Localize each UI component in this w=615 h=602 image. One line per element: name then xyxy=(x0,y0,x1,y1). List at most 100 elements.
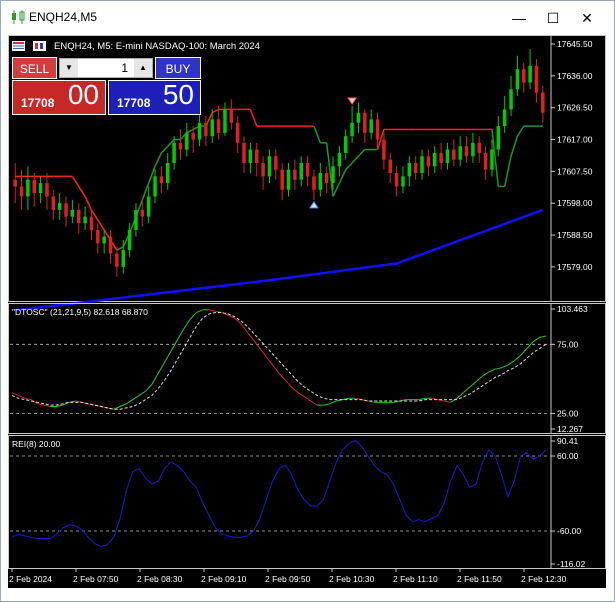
oscillator-fast-line-segment xyxy=(329,400,337,405)
stop-line-segment xyxy=(97,219,105,231)
one-click-trade-panel: SELL ▼ 1 ▲ BUY 17708 00 17708 50 xyxy=(12,57,202,115)
maximize-icon: ☐ xyxy=(546,10,560,26)
oscillator-fast-line-segment xyxy=(495,367,502,370)
oscillator-fast-line-segment xyxy=(488,368,496,373)
lot-decrease-button[interactable]: ▼ xyxy=(60,59,78,77)
candle-body xyxy=(172,142,176,163)
candle-body xyxy=(191,132,195,140)
x-axis: 2 Feb 2024 2 Feb 07:50 2 Feb 08:30 2 Feb 09… xyxy=(9,568,567,584)
oscillator-fast-line-segment xyxy=(183,319,191,330)
candle-body xyxy=(89,216,94,230)
candle-body xyxy=(26,179,30,197)
sell-price-box[interactable]: 17708 00 xyxy=(12,79,106,115)
oscillator-fast-line-segment xyxy=(170,339,178,352)
candle-body xyxy=(420,156,424,174)
candle-body xyxy=(324,173,329,184)
candle-body xyxy=(439,152,443,163)
time-tick-label: 2 Feb 2024 xyxy=(9,574,52,584)
lot-increase-button[interactable]: ▲ xyxy=(134,59,152,77)
buy-price-pips: 50 xyxy=(162,79,194,110)
candle-body xyxy=(375,119,380,140)
oscillator-fast-line-segment xyxy=(507,360,515,366)
candle-body xyxy=(280,169,284,190)
price-tick-label: 17626.50 xyxy=(557,103,593,113)
stop-line-segment xyxy=(332,182,341,197)
price-tick-label: 17579.00 xyxy=(557,262,593,272)
candle-body xyxy=(433,152,437,167)
chart-canvas[interactable]: 17645.50 17636.00 17626.50 17617.00 17607.50… xyxy=(8,35,606,588)
oscillator-fast-line-segment xyxy=(444,400,451,403)
candle-body xyxy=(350,122,354,137)
oscillator-fast-line-segment xyxy=(176,328,185,341)
moving-average-line xyxy=(15,208,544,312)
oscillator-title: "DTOSC" (21,21,9,5) 82.618 68.870 xyxy=(12,307,148,317)
oscillator-fast-line-segment xyxy=(259,348,267,358)
oscillator-fast-line-segment xyxy=(533,336,540,342)
candle-body xyxy=(344,136,348,153)
candle-body xyxy=(19,186,24,197)
oscillator-panel: "DTOSC" (21,21,9,5) 82.618 68.870 103.463… xyxy=(8,303,606,434)
candle-body xyxy=(458,146,462,160)
osc-panel-border xyxy=(8,303,606,434)
lot-size-stepper[interactable]: ▼ 1 ▲ xyxy=(59,58,153,78)
candle-body xyxy=(483,152,488,170)
candle-body xyxy=(77,209,81,224)
price-tick-label: 17598.00 xyxy=(557,198,593,208)
time-tick-label: 2 Feb 09:50 xyxy=(265,574,311,584)
stop-line-segment xyxy=(351,155,360,164)
oscillator-fast-line-segment xyxy=(18,394,25,399)
terminal-window: ENQH24,M5 — ☐ ✕ 17645.50 17636.00 17626.50… xyxy=(0,0,615,602)
stop-line-segment xyxy=(211,108,219,114)
oscillator-fast-line-segment xyxy=(272,364,280,374)
one-click-trading-icon xyxy=(33,41,46,51)
indicator-tick-label: 25.00 xyxy=(557,408,579,418)
candle-body xyxy=(274,156,278,170)
candle-body xyxy=(83,216,87,224)
candle-body xyxy=(32,179,36,194)
candle-body xyxy=(178,142,183,150)
oscillator-fast-line-segment xyxy=(246,331,254,341)
indicator-tick-label: 12.267 xyxy=(557,424,583,434)
sell-price-prefix: 17708 xyxy=(21,96,55,110)
buy-button[interactable]: BUY xyxy=(155,57,201,79)
title-bar[interactable]: ENQH24,M5 — ☐ ✕ xyxy=(1,1,614,34)
stop-line-segment xyxy=(186,128,194,134)
candle-body xyxy=(57,203,62,210)
candle-body xyxy=(452,149,456,160)
oscillator-fast-line-segment xyxy=(469,381,477,388)
chart-area[interactable]: 17645.50 17636.00 17626.50 17617.00 17607.50… xyxy=(8,35,606,588)
candle-body xyxy=(166,162,170,184)
oscillator-fast-line-segment xyxy=(126,399,134,405)
candle-body xyxy=(64,203,68,217)
stop-line-segment xyxy=(357,149,366,157)
indicator-tick-label: 60.00 xyxy=(557,451,579,461)
candle-body xyxy=(248,149,253,163)
oscillator-fast-line-segment xyxy=(310,400,318,406)
minimize-button[interactable]: — xyxy=(504,6,534,30)
sell-button[interactable]: SELL xyxy=(12,57,57,79)
stop-line-segment xyxy=(71,175,80,187)
oscillator-fast-line-segment xyxy=(463,386,471,394)
stop-line-segment xyxy=(78,186,86,197)
oscillator-fast-line-segment xyxy=(284,379,293,388)
candle-body xyxy=(293,169,297,180)
candle-body xyxy=(159,176,164,184)
candle-body xyxy=(210,119,214,137)
candle-body xyxy=(185,132,189,150)
stop-line-segment xyxy=(249,109,258,127)
buy-price-box[interactable]: 17708 50 xyxy=(108,79,201,115)
oscillator-fast-line-segment xyxy=(323,403,330,406)
sell-signal-marker xyxy=(347,97,358,105)
candle-body xyxy=(337,152,342,167)
candle-body xyxy=(102,236,106,244)
candle-body xyxy=(528,65,532,83)
lot-size-input[interactable]: 1 xyxy=(80,59,132,77)
close-button[interactable]: ✕ xyxy=(572,6,602,30)
grid-view-icon xyxy=(12,41,25,51)
candle-body xyxy=(261,162,265,177)
indicator-tick-label: 103.463 xyxy=(557,304,588,314)
candle-body xyxy=(267,156,272,177)
candle-body xyxy=(331,166,335,184)
maximize-button[interactable]: ☐ xyxy=(538,6,568,30)
candle-body xyxy=(235,122,240,143)
